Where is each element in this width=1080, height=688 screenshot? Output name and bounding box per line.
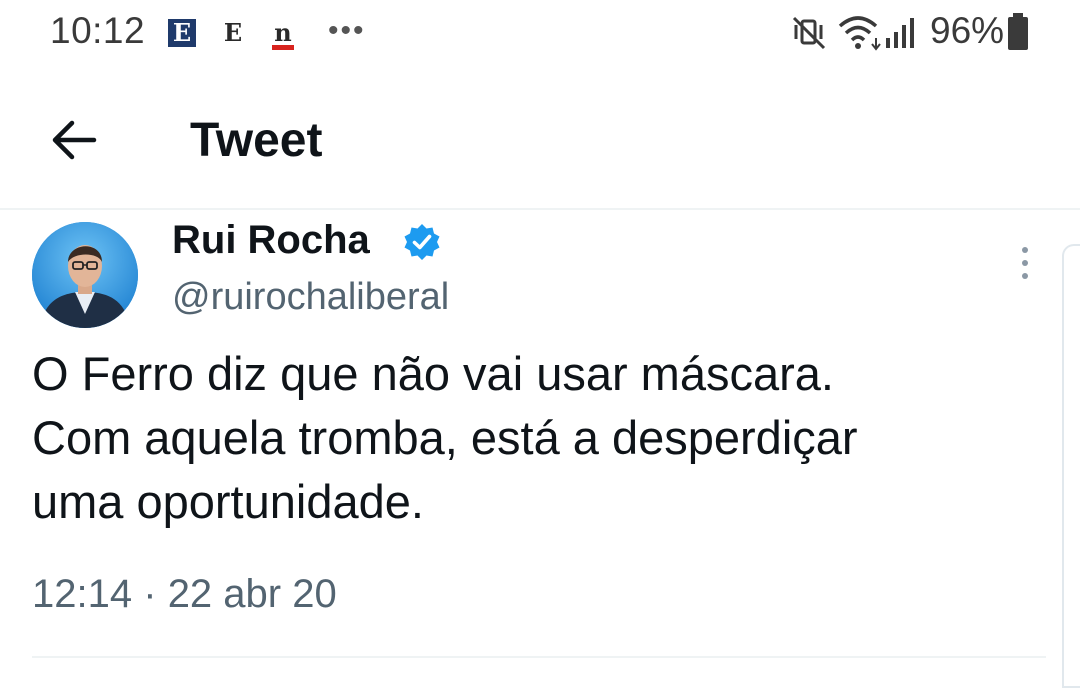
tweet-time: 12:14 [32, 572, 133, 616]
page-title: Tweet [190, 114, 323, 167]
author-name[interactable]: Rui Rocha [172, 218, 370, 263]
tweet-text-line: O Ferro diz que não vai usar máscara. [32, 347, 834, 400]
more-options-icon[interactable] [1010, 240, 1040, 290]
more-notifications-icon: ••• [328, 14, 366, 47]
side-card-edge [1062, 244, 1080, 688]
news-notification-icon: n [274, 18, 292, 47]
wifi-icon [838, 16, 881, 51]
bottom-divider [32, 656, 1046, 658]
tweet-text-line: Com aquela tromba, está a desperdiçar [32, 411, 858, 464]
tweet-text: O Ferro diz que não vai usar máscara. Co… [32, 342, 1042, 534]
app-header: Tweet [0, 88, 1080, 208]
economist-notification-icon: E [223, 18, 243, 47]
tweet-text-line: uma oportunidade. [32, 475, 424, 528]
verified-badge-icon [404, 224, 440, 260]
mute-vibrate-icon [792, 16, 826, 50]
avatar[interactable] [32, 222, 138, 328]
news-notification-bar [272, 45, 294, 50]
meta-separator: · [143, 572, 157, 616]
back-arrow-icon[interactable] [44, 110, 104, 170]
status-time: 10:12 [50, 10, 146, 51]
author-handle[interactable]: @ruirochaliberal [172, 276, 449, 319]
battery-percent: 96% [930, 10, 1005, 51]
tweet-date: 22 abr 20 [167, 572, 337, 616]
battery-icon [1008, 13, 1028, 50]
signal-icon [886, 18, 914, 48]
header-divider [0, 208, 1080, 210]
expresso-notification-icon: E [168, 19, 196, 47]
tweet-timestamp[interactable]: 12:14 · 22 abr 20 [32, 572, 337, 617]
status-bar: 10:12 E E n ••• 96% [0, 0, 1080, 70]
